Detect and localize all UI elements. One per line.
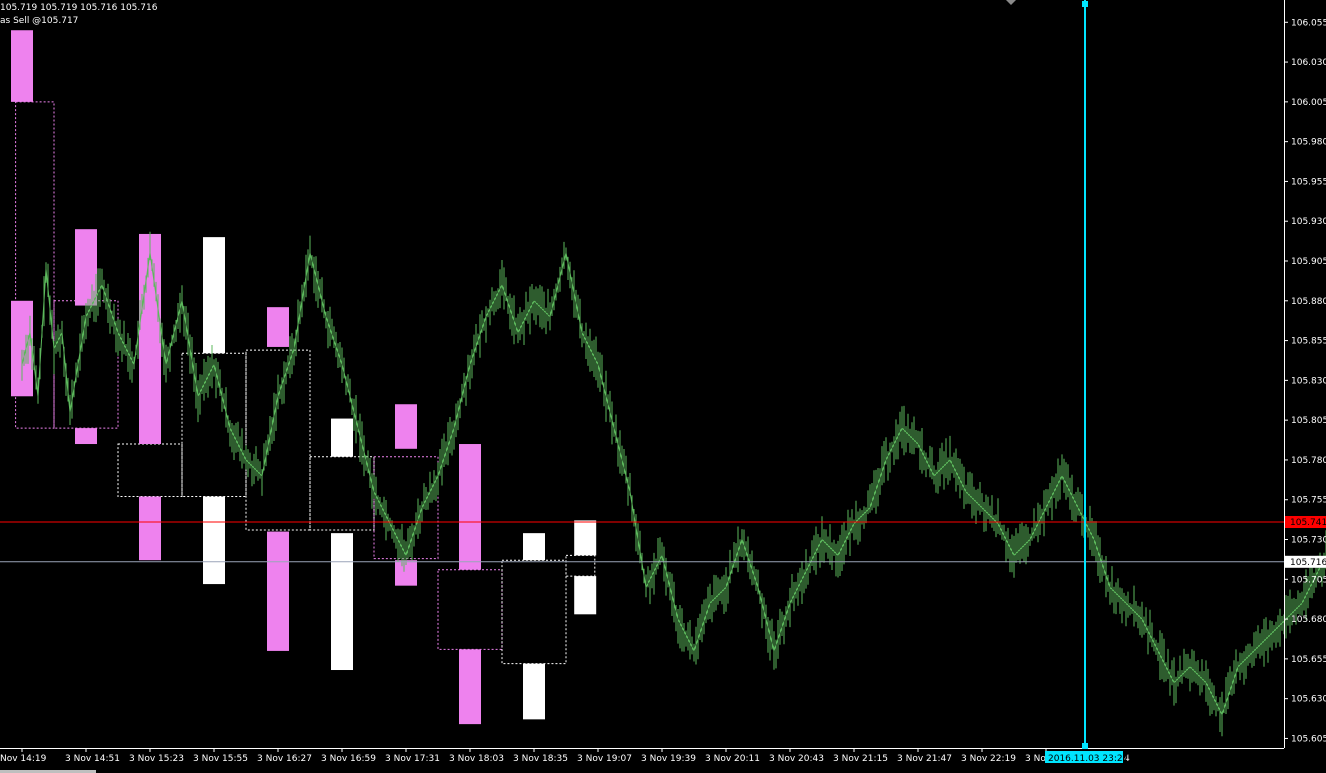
time-tick-label: 3 Nov 15:23 <box>129 754 184 764</box>
sell-signal-box <box>139 496 161 561</box>
ohlc-readout: 105.719 105.719 105.716 105.716 <box>0 3 158 13</box>
time-tick-label: 3 Nov 19:39 <box>641 754 696 764</box>
buy-signal-box <box>331 533 353 671</box>
price-tick-label: 106.055 <box>1291 18 1326 28</box>
sell-signal-box <box>139 233 161 445</box>
buy-signal-box <box>203 496 225 585</box>
price-tick-label: 105.855 <box>1291 337 1326 347</box>
price-tick-label: 105.955 <box>1291 177 1326 187</box>
buy-signal-box <box>574 576 597 615</box>
time-tick-label: 3 Nov 21:15 <box>833 754 888 764</box>
price-tick-label: 105.680 <box>1291 615 1326 625</box>
price-tick-label: 105.755 <box>1291 496 1326 506</box>
time-tick-label: 3 Nov 20:11 <box>705 754 760 764</box>
buy-signal-box <box>203 237 225 354</box>
time-tick-label: 3 Nov 14:51 <box>65 754 120 764</box>
time-tick-label: 3 Nov 16:27 <box>257 754 312 764</box>
time-tick-label: 3 Nov 20:43 <box>769 754 824 764</box>
sell-signal-box <box>267 307 289 347</box>
chart-canvas[interactable]: 106.055 106.030 106.005 105.980 105.955 105.9… <box>0 0 1326 773</box>
price-tick-label: 105.630 <box>1291 695 1326 705</box>
sell-signal-box <box>395 404 417 449</box>
buy-signal-box <box>523 663 545 720</box>
sell-signal-box <box>75 428 97 445</box>
price-tick-label: 105.780 <box>1291 456 1326 466</box>
price-tick-label: 105.930 <box>1291 217 1326 227</box>
time-tick-label: 3 Nov 18:03 <box>449 754 504 764</box>
time-tick-label: 3 Nov 22:19 <box>961 754 1016 764</box>
price-tick-label: 106.005 <box>1291 98 1326 108</box>
price-tick-label: 105.880 <box>1291 297 1326 307</box>
time-tick-label: 3 Nov 16:59 <box>321 754 376 764</box>
time-tick-label: 3 Nov 18:35 <box>513 754 568 764</box>
chart-background <box>0 0 1326 773</box>
time-tick-label: 3 Nov 21:47 <box>897 754 952 764</box>
sell-signal-box <box>267 531 289 651</box>
price-tick-label: 105.905 <box>1291 257 1326 267</box>
time-tick-label: 3 Nov 17:31 <box>385 754 440 764</box>
crosshair-handle-bottom <box>1082 743 1088 749</box>
time-tick-label: Nov 14:19 <box>0 754 47 764</box>
time-tick-label: 3 Nov 19:07 <box>577 754 632 764</box>
price-tick-label: 105.830 <box>1291 376 1326 386</box>
price-tick-label: 105.655 <box>1291 655 1326 665</box>
ask-price-label: 105.741 <box>1290 518 1326 528</box>
sell-signal-box <box>11 300 33 397</box>
price-tick-label: 105.805 <box>1291 416 1326 426</box>
crosshair-handle-top <box>1082 1 1088 7</box>
price-tick-label: 106.030 <box>1291 58 1326 68</box>
time-tick-label: 3 Nov 15:55 <box>193 754 248 764</box>
buy-signal-box <box>331 418 353 457</box>
trade-label: as Sell @105.717 <box>0 16 79 26</box>
price-tick-label: 105.705 <box>1291 575 1326 585</box>
price-tick-label: 105.980 <box>1291 138 1326 148</box>
sell-signal-box <box>459 649 481 725</box>
buy-signal-box <box>523 533 545 561</box>
buy-signal-box <box>574 520 597 556</box>
crosshair-time-label: 2016.11.03 23:27 <box>1048 754 1128 764</box>
price-tick-label: 105.605 <box>1291 734 1326 744</box>
sell-signal-box <box>11 30 33 102</box>
price-chart[interactable]: 106.055 106.030 106.005 105.980 105.955 105.9… <box>0 0 1326 773</box>
bid-price-label: 105.716 <box>1290 558 1326 568</box>
price-tick-label: 105.730 <box>1291 536 1326 546</box>
sell-signal-box <box>459 444 481 570</box>
